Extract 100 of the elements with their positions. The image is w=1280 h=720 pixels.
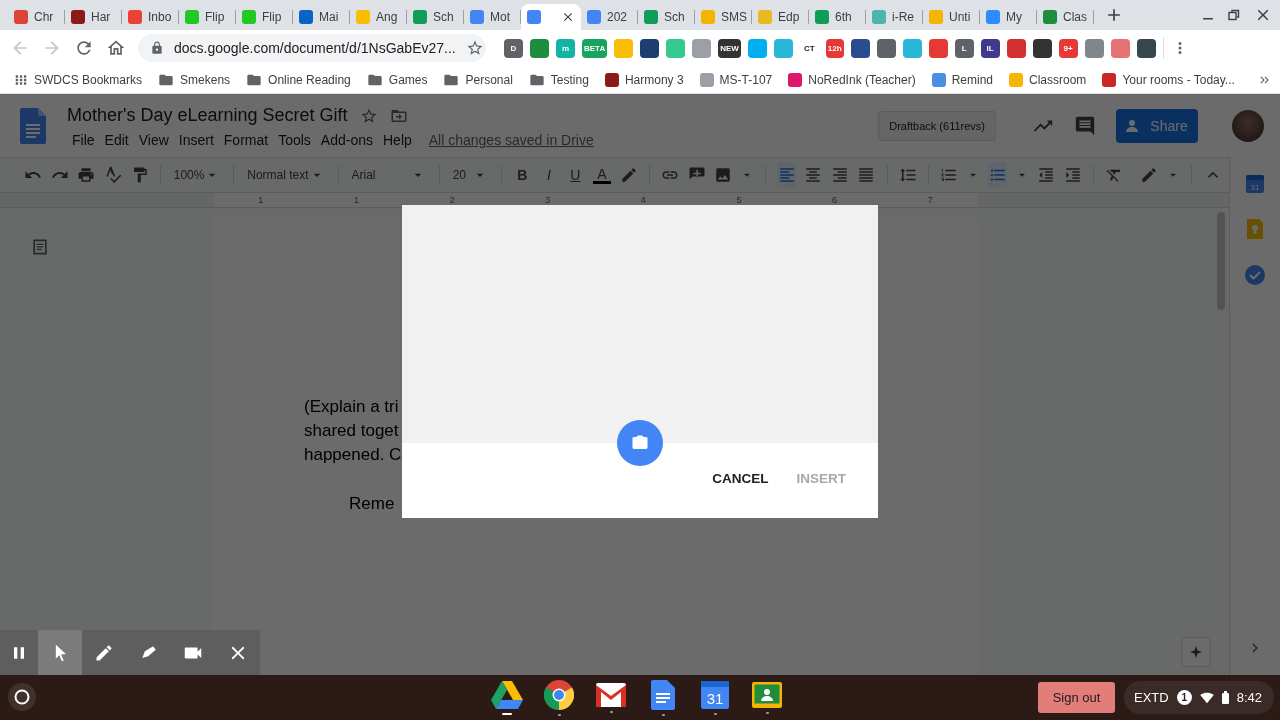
bookmark[interactable]: Classroom: [1009, 72, 1087, 87]
docs-logo[interactable]: [20, 107, 46, 144]
extension-button[interactable]: 12h: [825, 38, 844, 58]
align-right-icon[interactable]: [830, 166, 849, 184]
menu-item[interactable]: Insert: [173, 130, 219, 150]
browser-tab[interactable]: Har: [65, 4, 122, 30]
url-text: docs.google.com/document/d/1NsGabEv27...: [174, 40, 456, 56]
cancel-button[interactable]: CANCEL: [704, 465, 777, 492]
browser-tab[interactable]: Inbo: [122, 4, 179, 30]
take-photo-button[interactable]: [617, 420, 663, 466]
extension-button[interactable]: [850, 38, 870, 58]
document-text: shared toget: [304, 420, 399, 442]
classroom-icon[interactable]: [752, 681, 782, 708]
browser-icon[interactable]: [544, 679, 574, 710]
indent-increase-icon[interactable]: [1063, 166, 1082, 184]
browser-tab[interactable]: 6th: [809, 4, 866, 30]
ruler-number: 7: [927, 195, 933, 205]
document-icon[interactable]: [651, 679, 675, 710]
avatar[interactable]: [1232, 109, 1264, 142]
apps-icon: [14, 72, 28, 87]
indent-decrease-icon[interactable]: [1037, 166, 1056, 184]
star-icon[interactable]: [465, 39, 484, 57]
browser-tab[interactable]: Chr: [8, 4, 65, 30]
bookmark[interactable]: Your rooms - Today...: [1102, 72, 1235, 87]
bookmark[interactable]: Personal: [443, 71, 513, 88]
calendar-icon[interactable]: 31: [701, 680, 729, 709]
status-area[interactable]: EXTD 1 8:42: [1124, 681, 1274, 714]
browser-tab[interactable]: 202: [581, 4, 638, 30]
browser-tab[interactable]: Mot: [464, 4, 521, 30]
browser-tab[interactable]: Clas: [1037, 4, 1094, 30]
extension-button[interactable]: [640, 38, 660, 58]
line-spacing-icon[interactable]: [898, 166, 917, 184]
restore-icon[interactable]: [1228, 9, 1240, 21]
close-icon[interactable]: [561, 10, 575, 24]
align-center-icon[interactable]: [804, 166, 823, 184]
ruler-number: 1: [258, 195, 264, 205]
outline-icon[interactable]: [30, 237, 50, 257]
browser-tab[interactable]: [521, 4, 581, 30]
menu-item[interactable]: Edit: [99, 130, 134, 150]
browser-tab[interactable]: Sch: [407, 4, 464, 30]
menu-item[interactable]: Help: [378, 130, 417, 150]
ruler-number: 2: [449, 195, 455, 205]
clock-text: 8:42: [1236, 690, 1262, 705]
notification-badge: 1: [1176, 690, 1192, 705]
document-text: happened. C: [304, 444, 402, 466]
ruler-number: 3: [545, 195, 551, 205]
reload-icon[interactable]: [74, 38, 94, 58]
align-left-icon[interactable]: [777, 166, 796, 184]
print-icon[interactable]: [77, 166, 96, 184]
extension-button[interactable]: L: [954, 38, 974, 58]
menu-item[interactable]: File: [67, 130, 100, 150]
browser-tab[interactable]: Edp: [752, 4, 809, 30]
address-bar[interactable]: docs.google.com/document/d/1NsGabEv27...: [138, 34, 486, 62]
sign-out-button[interactable]: Sign out: [1038, 682, 1115, 713]
extension-button[interactable]: 9+: [1058, 38, 1078, 58]
extension-button[interactable]: [876, 38, 896, 58]
capture-tool[interactable]: [37, 630, 83, 675]
browser-tab[interactable]: i-Re: [866, 4, 923, 30]
mail-icon[interactable]: [596, 682, 626, 707]
justify-icon[interactable]: [857, 166, 876, 184]
browser-tab[interactable]: Ang: [350, 4, 407, 30]
edit-mode-icon[interactable]: [1139, 166, 1158, 184]
browser-tab[interactable]: Flip: [236, 4, 293, 30]
document-title[interactable]: Mother's Day eLearning Secret Gift: [67, 105, 348, 126]
drive-icon[interactable]: [491, 680, 523, 709]
extension-button[interactable]: NEW: [718, 38, 741, 58]
home-icon[interactable]: [106, 38, 126, 58]
menu-item[interactable]: Add-ons: [315, 130, 378, 150]
extension-button[interactable]: IL: [980, 38, 1000, 58]
spellcheck-icon[interactable]: [104, 166, 122, 184]
browser-tab[interactable]: SMS: [695, 4, 752, 30]
launcher-button[interactable]: [8, 683, 36, 711]
browser-tab[interactable]: My: [980, 4, 1037, 30]
comment-icon[interactable]: [1074, 114, 1096, 137]
battery-icon: [1221, 691, 1229, 704]
browser-tab[interactable]: Flip: [179, 4, 236, 30]
browser-tab[interactable]: Mai: [293, 4, 350, 30]
menu-item[interactable]: Format: [218, 130, 274, 150]
bookmark[interactable]: Smekens: [158, 71, 231, 88]
highlight-icon[interactable]: [619, 166, 638, 184]
numbered-list-icon[interactable]: [940, 166, 959, 184]
bookmark[interactable]: NoRedInk (Teacher): [788, 72, 916, 87]
bookmark[interactable]: Online Reading: [246, 71, 351, 88]
extension-button[interactable]: D: [504, 38, 523, 58]
tasks-icon[interactable]: [1245, 265, 1265, 285]
explore-button[interactable]: [1181, 637, 1211, 667]
browser-tab[interactable]: Sch: [638, 4, 695, 30]
bookmark[interactable]: MS-T-107: [699, 72, 773, 87]
bookmark[interactable]: SWDCS Bookmarks: [14, 72, 143, 87]
bookmark[interactable]: Harmony 3: [604, 72, 684, 87]
extension-button[interactable]: [1136, 38, 1156, 58]
bookmark[interactable]: Testing: [528, 71, 589, 88]
menu-item[interactable]: View: [133, 130, 174, 150]
document-text: Reme: [349, 493, 395, 515]
menu-item[interactable]: Tools: [273, 130, 316, 150]
bookmark[interactable]: Remind: [931, 72, 993, 87]
browser-tab[interactable]: Unti: [923, 4, 980, 30]
bookmark[interactable]: Games: [366, 71, 428, 88]
extension-button[interactable]: [1032, 38, 1052, 58]
image-icon[interactable]: [714, 166, 733, 184]
